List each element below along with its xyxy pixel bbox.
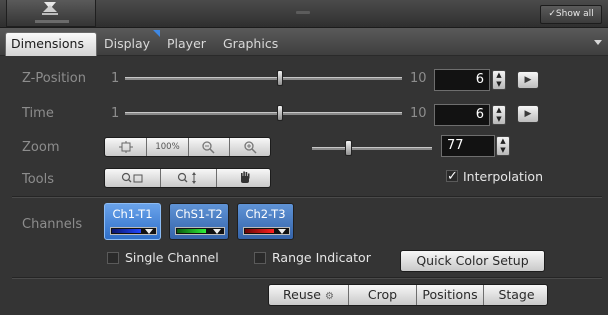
crop-button[interactable]: Crop [349,285,417,305]
time-input[interactable]: 6 [434,104,490,126]
channel-button-chs1-t2[interactable]: ChS1-T2 [169,203,229,240]
show-all-button[interactable]: ✓Show all [540,5,602,24]
quick-color-setup-button[interactable]: Quick Color Setup [400,250,545,272]
channel-color-dropdown[interactable] [243,227,290,235]
fit-icon [118,141,133,153]
positions-button[interactable]: Positions [417,285,484,305]
tab-display[interactable]: Display [99,32,161,56]
app-logo[interactable] [6,0,96,27]
tools-button-group [104,168,271,188]
time-spinner[interactable]: ▲ ▼ [492,105,506,125]
zoom-in-button[interactable] [230,138,272,156]
zoom-100-button[interactable]: 100% [147,138,189,156]
hand-icon [240,171,249,183]
panel-drag-handle[interactable] [296,11,310,14]
time-play-button[interactable]: ▶ [517,105,539,123]
reuse-icon: ⚙ [324,291,334,302]
stage-button[interactable]: Stage [484,285,549,305]
tool-zoom-rect-button[interactable] [105,169,161,187]
z-position-input[interactable]: 6 [434,69,490,91]
z-position-max: 10 [410,71,427,86]
tab-dimensions[interactable]: Dimensions [5,32,97,56]
channel-button-ch1-t1[interactable]: Ch1-T1 [104,203,161,240]
chevron-down-icon [278,229,286,234]
logo-icon [35,2,69,23]
z-position-play-button[interactable]: ▶ [517,71,539,89]
tab-player[interactable]: Player [162,32,218,56]
channel-color-swatch [245,229,274,233]
chevron-down-icon [213,229,221,234]
section-divider [12,196,602,198]
single-channel-label: Single Channel [125,250,219,265]
channel-button-ch2-t3[interactable]: Ch2-T3 [237,203,294,240]
time-max: 10 [410,106,427,121]
section-divider [12,277,602,279]
zoom-label: Zoom [22,140,60,155]
channel-color-dropdown[interactable] [175,227,225,235]
zoom-fit-button[interactable] [105,138,147,156]
z-position-slider-track[interactable] [125,77,402,80]
z-position-slider-thumb[interactable] [277,70,283,86]
channel-color-swatch [112,229,141,233]
zoom-vertical-icon [177,172,196,184]
channels-label: Channels [22,217,83,232]
checkmark-icon: ✓ [447,169,458,184]
zoom-out-button[interactable] [189,138,230,156]
channel-name: Ch2-T3 [245,207,286,221]
reuse-label: Reuse [283,287,321,302]
zoom-button-group: 100% [104,137,271,157]
zoom-slider-thumb[interactable] [345,140,352,156]
interpolation-label: Interpolation [463,169,543,184]
chevron-down-icon [145,229,153,234]
range-indicator-checkbox[interactable] [254,252,266,264]
zoom-slider-track[interactable] [312,147,432,150]
tool-zoom-vertical-button[interactable] [161,169,217,187]
panel-menu-chevron-icon[interactable] [594,40,602,45]
zoom-out-icon [202,141,215,154]
reuse-button[interactable]: Reuse ⚙ [269,285,349,305]
z-position-spinner[interactable]: ▲ ▼ [492,70,506,90]
channel-color-dropdown[interactable] [110,227,157,235]
time-label: Time [22,106,54,121]
time-slider-track[interactable] [125,112,402,115]
zoom-input[interactable]: 77 [441,135,495,157]
time-min: 1 [111,106,120,121]
zoom-spinner[interactable]: ▲ ▼ [496,136,510,156]
channel-name: ChS1-T2 [175,207,223,221]
tools-label: Tools [22,172,55,187]
range-indicator-label: Range Indicator [272,250,371,265]
time-slider-thumb[interactable] [277,105,283,121]
footer-button-group: Reuse ⚙ Crop Positions Stage [268,284,548,306]
single-channel-checkbox[interactable] [107,252,119,264]
zoom-rect-icon [121,172,142,183]
tool-pan-button[interactable] [217,169,272,187]
tab-modified-marker-icon [153,30,160,37]
channel-name: Ch1-T1 [112,207,153,221]
zoom-in-icon [244,141,257,154]
interpolation-checkbox[interactable]: ✓ [446,169,458,184]
z-position-min: 1 [111,71,120,86]
tab-graphics[interactable]: Graphics [218,32,288,56]
z-position-label: Z-Position [22,71,86,86]
channel-color-swatch [177,229,206,233]
